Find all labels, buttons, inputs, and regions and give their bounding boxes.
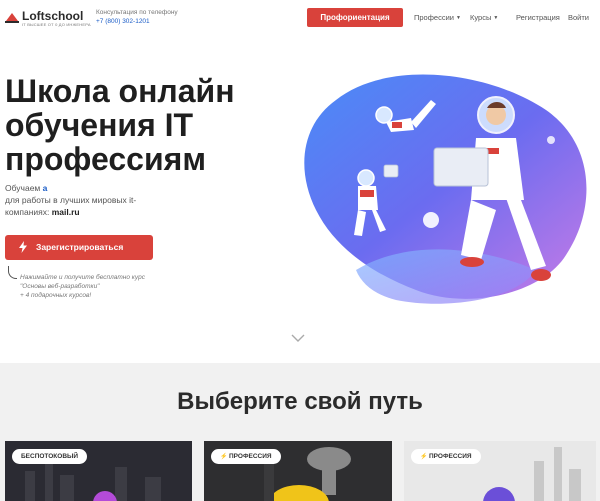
caret-down-icon: ▼	[493, 15, 499, 21]
nav-courses-label: Курсы	[470, 13, 492, 22]
paths-title: Выберите свой путь	[177, 388, 423, 415]
register-note: Нажимайте и получите бесплатно курс "Осн…	[20, 273, 180, 300]
site-header: Loftschool IT ВЫСШЕЕ ОТ 0 ДО ИНЖЕНЕРА Ко…	[0, 0, 600, 36]
bolt-icon	[19, 241, 27, 253]
chevron-down-icon[interactable]	[291, 333, 305, 343]
hero-illustration	[304, 74, 587, 304]
nav-courses[interactable]: Курсы ▼	[470, 13, 498, 22]
register-button[interactable]: Зарегистрироваться	[5, 235, 153, 260]
note-line-1: Нажимайте и получите бесплатно курс	[20, 274, 145, 281]
hero-sub-prefix: Обучаем	[5, 183, 41, 193]
nav-register[interactable]: Регистрация	[516, 13, 560, 22]
bolt-icon: ⚡	[420, 454, 428, 460]
card-2-badge-label: ПРОФЕССИЯ	[229, 453, 272, 460]
register-button-label: Зарегистрироваться	[36, 242, 124, 252]
phone-link[interactable]: +7 (800) 302-1201	[96, 18, 178, 25]
bolt-icon: ⚡	[220, 454, 228, 460]
nav-login[interactable]: Войти	[568, 13, 589, 22]
consult-block: Консультация по телефону +7 (800) 302-12…	[96, 9, 178, 25]
nav-professions-label: Профессии	[414, 13, 454, 22]
consult-label: Консультация по телефону	[96, 9, 178, 16]
note-arrow	[8, 266, 17, 279]
logo-icon	[5, 13, 19, 23]
card-2-badge: ⚡ ПРОФЕССИЯ	[211, 449, 281, 464]
path-card-1[interactable]: БЕСПОТОКОВЫЙ	[5, 441, 192, 501]
note-line-2: "Основы веб-разработки"	[20, 283, 100, 290]
path-card-3[interactable]: ⚡ ПРОФЕССИЯ	[404, 441, 596, 501]
hero-sub-company: mail.ru	[51, 207, 80, 217]
logo-name: Loftschool	[22, 9, 84, 23]
logo-tagline: IT ВЫСШЕЕ ОТ 0 ДО ИНЖЕНЕРА	[22, 22, 91, 27]
nav-professions[interactable]: Профессии ▼	[414, 13, 461, 22]
hero-title: Школа онлайн обучения IT профессиям	[5, 73, 235, 177]
path-card-2[interactable]: ⚡ ПРОФЕССИЯ	[204, 441, 392, 501]
card-3-badge-label: ПРОФЕССИЯ	[429, 453, 472, 460]
card-3-badge: ⚡ ПРОФЕССИЯ	[411, 449, 481, 464]
card-1-badge: БЕСПОТОКОВЫЙ	[12, 449, 88, 464]
career-guidance-button[interactable]: Профориентация	[307, 8, 403, 27]
hero-subtitle: Обучаем а для работы в лучших мировых it…	[5, 182, 165, 218]
hero-sub-accent: а	[42, 183, 48, 193]
caret-down-icon: ▼	[455, 15, 461, 21]
note-line-3: + 4 подарочных курсов!	[20, 292, 92, 299]
